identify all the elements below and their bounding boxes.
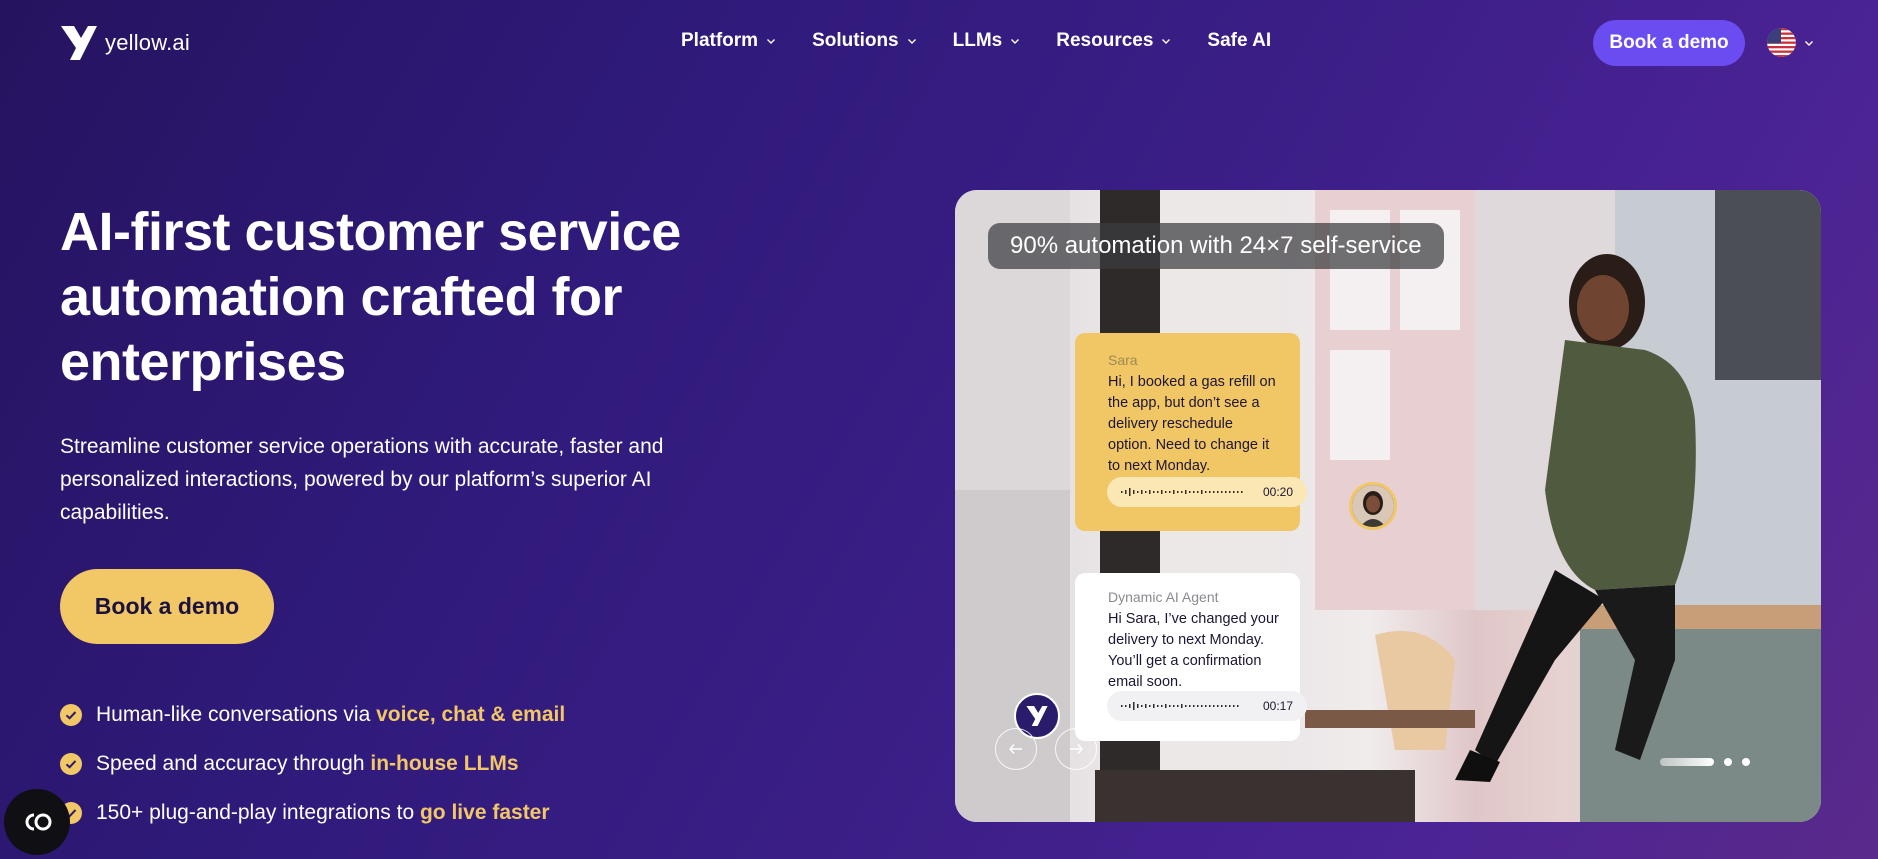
user-chat-bubble: Sara Hi, I booked a gas refill on the ap… [1075, 333, 1307, 531]
user-name: Sara [1108, 352, 1138, 368]
header-book-demo-button[interactable]: Book a demo [1593, 20, 1745, 66]
chevron-down-icon [1162, 39, 1171, 44]
check-circle-icon [60, 752, 82, 775]
agent-audio-player[interactable]: 00:17 [1107, 691, 1307, 721]
feature-text: Human-like conversations via voice, chat… [96, 702, 566, 726]
yellow-ai-logo-icon [61, 26, 97, 60]
hero-visual: 90% automation with 24×7 self-service Sa… [955, 190, 1821, 822]
yellow-ai-logo-icon [1026, 706, 1048, 726]
user-audio-duration: 00:20 [1262, 485, 1293, 499]
nav-item-solutions[interactable]: Solutions [812, 30, 917, 52]
accessibility-widget-button[interactable] [4, 789, 70, 855]
site-header: yellow.ai Platform Solutions LLMs Resour… [0, 0, 1878, 86]
chevron-down-icon [767, 39, 776, 44]
agent-name: Dynamic AI Agent [1108, 589, 1219, 605]
agent-chat-bubble: Dynamic AI Agent Hi Sara, I’ve changed y… [1075, 573, 1307, 741]
nav-label: Platform [681, 30, 759, 51]
us-flag-icon [1767, 28, 1796, 57]
carousel-dot[interactable] [1742, 758, 1750, 766]
user-message-text: Hi, I booked a gas refill on the app, bu… [1108, 374, 1276, 474]
feature-highlight: go live faster [419, 800, 550, 824]
carousel-next-button[interactable] [1055, 728, 1097, 770]
hero-title: AI-first customer service automation cra… [60, 202, 681, 392]
nav-label: Resources [1056, 30, 1154, 51]
avatar-photo-icon [1352, 485, 1394, 527]
feature-highlight: in-house LLMs [370, 751, 519, 775]
feature-highlight: voice, chat & email [376, 702, 566, 726]
carousel-dot[interactable] [1724, 758, 1732, 766]
waveform-icon [1121, 702, 1239, 710]
check-circle-icon [60, 703, 82, 726]
nav-item-platform[interactable]: Platform [681, 30, 776, 52]
nav-item-llms[interactable]: LLMs [953, 30, 1021, 52]
nav-item-safe-ai[interactable]: Safe AI [1207, 30, 1271, 52]
carousel-indicators [1660, 758, 1750, 766]
waveform-icon [1121, 488, 1243, 496]
arrow-right-icon [1070, 744, 1083, 754]
nav-label: Solutions [812, 30, 899, 51]
chevron-down-icon [907, 39, 916, 44]
feature-text: 150+ plug-and-play integrations to go li… [96, 800, 550, 824]
user-audio-player[interactable]: 00:20 [1107, 477, 1307, 507]
hero-subtitle: Streamline customer service operations w… [60, 435, 664, 524]
automation-stat-pill: 90% automation with 24×7 self-service [988, 223, 1444, 269]
feature-list: Human-like conversations via voice, chat… [60, 690, 565, 837]
chevron-down-icon [1011, 39, 1020, 44]
agent-message-text: Hi Sara, I’ve changed your delivery to n… [1108, 611, 1279, 690]
main-nav: Platform Solutions LLMs Resources Safe A… [681, 30, 1271, 52]
chevron-down-icon [1805, 40, 1813, 46]
feature-text: Speed and accuracy through in-house LLMs [96, 751, 519, 775]
brand-logo[interactable]: yellow.ai [61, 26, 190, 60]
nav-label: LLMs [952, 30, 1003, 51]
feature-item: Speed and accuracy through in-house LLMs [60, 739, 565, 788]
language-selector[interactable] [1767, 28, 1814, 57]
nav-label: Safe AI [1207, 30, 1272, 51]
carousel-dot-active[interactable] [1660, 758, 1714, 766]
hero-book-demo-button[interactable]: Book a demo [60, 569, 274, 644]
brand-name: yellow.ai [105, 30, 190, 55]
feature-item: Human-like conversations via voice, chat… [60, 690, 565, 739]
arrow-left-icon [1009, 744, 1022, 754]
nav-item-resources[interactable]: Resources [1056, 30, 1171, 52]
feature-item: 150+ plug-and-play integrations to go li… [60, 788, 565, 837]
co-logo-icon [25, 813, 52, 831]
carousel-prev-button[interactable] [995, 728, 1037, 770]
agent-audio-duration: 00:17 [1262, 699, 1293, 713]
user-avatar [1349, 482, 1397, 530]
